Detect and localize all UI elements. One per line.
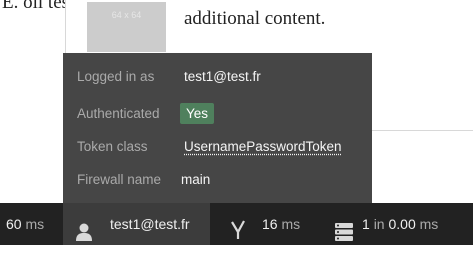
debug-toolbar: 60 ms test1@test.fr 16 ms 1 in 0.00 ms	[0, 203, 473, 245]
content-text: additional content.	[184, 8, 326, 29]
authenticated-label: Authenticated	[77, 106, 160, 121]
toolbar-user-label: test1@test.fr	[110, 216, 190, 232]
database-time-unit: ms	[419, 216, 439, 232]
authenticated-row: Authenticated Yes	[77, 103, 215, 124]
database-query-count: 1	[362, 216, 370, 232]
image-placeholder: 64 x 64	[87, 2, 166, 52]
firewall-name-value: main	[181, 172, 211, 187]
tuning-fork-icon	[230, 214, 248, 256]
time-value: 60	[6, 216, 22, 232]
database-icon	[335, 215, 353, 257]
performance-value: 16	[262, 216, 278, 232]
firewall-name-label: Firewall name	[77, 172, 162, 187]
toolbar-time-item[interactable]: 60 ms	[6, 203, 44, 245]
logged-in-row: Logged in as test1@test.fr	[77, 67, 261, 87]
firewall-name-row: Firewall name main	[77, 170, 210, 190]
person-icon	[76, 215, 92, 257]
authenticated-badge: Yes	[180, 103, 215, 124]
image-placeholder-label: 64 x 64	[111, 10, 142, 20]
token-class-label: Token class	[77, 139, 148, 154]
toolbar-user-item[interactable]: test1@test.fr	[63, 203, 210, 245]
logged-in-value: test1@test.fr	[184, 69, 261, 84]
token-class-value[interactable]: UsernamePasswordToken	[184, 139, 342, 154]
logged-in-label: Logged in as	[77, 69, 155, 84]
security-info-panel: Logged in as test1@test.fr Authenticated Y…	[63, 53, 372, 203]
time-unit: ms	[25, 216, 45, 232]
database-in-text: in	[373, 216, 385, 232]
token-class-row: Token class UsernamePasswordToken	[77, 137, 342, 157]
performance-unit: ms	[281, 216, 301, 232]
database-time-value: 0.00	[388, 216, 416, 232]
